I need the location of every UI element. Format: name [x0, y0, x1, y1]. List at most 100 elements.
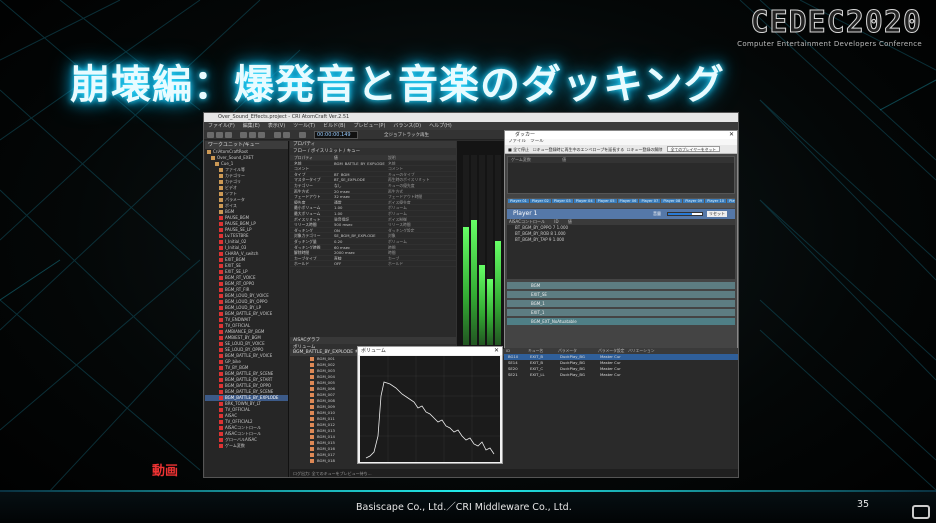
record-icon[interactable]	[283, 132, 290, 138]
player-tab[interactable]: Player 11	[727, 199, 735, 203]
release-register-check[interactable]: キュー登録の解除	[630, 147, 662, 152]
menu-item[interactable]: 表示(V)	[268, 123, 285, 129]
tree-item-label: SE_LOUD_BY_OPPO	[225, 347, 264, 352]
property-value: 発音保証	[334, 216, 350, 222]
volume-slider[interactable]	[667, 212, 703, 216]
tree-item-label: CriAtomCraftRoot	[213, 149, 248, 154]
player-header: Player 1 音量 リセット	[507, 209, 735, 219]
master-check[interactable]: 全ジョブトラック再生	[384, 132, 429, 138]
player-tab[interactable]: Player 01	[508, 199, 529, 203]
property-value: OFF	[334, 261, 342, 266]
menu-item[interactable]: ファイル(F)	[208, 123, 235, 129]
menu-item[interactable]: 編集(E)	[243, 123, 260, 129]
grid-row[interactable]: SE21 EXIT_LL DuckPlay_BG Master Cur	[504, 372, 738, 378]
player-tab[interactable]: Player 04	[573, 199, 595, 203]
property-rows: 名前 BGM_BATTLE_BY_EXPLODE 名前 コメント コメント タイプ BT_B…	[290, 161, 456, 267]
inspector-panel: プロパティ フロー / ボイスリミット / キュー プロパティ 値 説明 名前 B…	[290, 141, 456, 337]
tree-item-label: I_Initial_02	[225, 239, 247, 244]
tree-item-label: BGM_BATTLE_BY_SCENE	[225, 389, 274, 394]
level-meters	[456, 141, 504, 349]
ducker-menu-file[interactable]: ファイル	[508, 139, 526, 144]
stop-all-icon[interactable]: ■	[508, 147, 512, 152]
property-description: ボイス制御	[388, 216, 407, 222]
atomcraft-screenshot: Over_Sound_Effects.project - CRI AtomCra…	[203, 112, 739, 478]
open-icon[interactable]	[216, 132, 223, 138]
cue-icon	[219, 390, 223, 394]
menu-item[interactable]: ビルド(B)	[323, 123, 345, 129]
game-variable-list[interactable]: ゲーム変数 値	[507, 156, 735, 194]
loop-icon[interactable]	[274, 132, 281, 138]
property-value: 0.20	[334, 238, 343, 244]
cue-icon	[219, 426, 223, 430]
tree-item-label: BGM_BATTLE_BY_START	[225, 377, 273, 382]
cue-name: BGM_005	[317, 380, 335, 385]
footer: Basiscape Co., Ltd.／CRI Middleware Co., …	[0, 490, 936, 523]
cedec-logo: CEDEC2020 Computer Entertainment Develop…	[737, 5, 922, 48]
settings-icon[interactable]	[299, 132, 306, 138]
save-icon[interactable]	[225, 132, 232, 138]
player-tab[interactable]: Player 03	[551, 199, 573, 203]
ducking-track[interactable]: EXIT_SE	[507, 291, 735, 298]
ducking-target-grid: ID キュー名 パラメータ パラメータ設定 バリエーション BG10 EXIT_B Duck…	[504, 348, 738, 408]
tree-item-label: BGM_LOUD_BY_LP	[225, 305, 262, 310]
play-icon[interactable]	[249, 132, 256, 138]
extend-envelope-check[interactable]: キュー登録時に再生中のエンベロープを延長する	[536, 147, 624, 152]
menu-item[interactable]: ヘルプ(H)	[429, 123, 452, 129]
player-tab[interactable]: Player 07	[639, 199, 661, 203]
property-description: キューのタイプ	[388, 171, 415, 177]
new-icon[interactable]	[207, 132, 214, 138]
menu-item[interactable]: プレビュー(P)	[353, 123, 385, 129]
ducking-track[interactable]: BGM_1	[507, 300, 735, 307]
property-description: フェードアウト時間	[388, 194, 423, 199]
property-value: BGM_BATTLE_BY_EXPLODE	[334, 160, 385, 166]
property-value: 500 msec	[334, 222, 353, 227]
tree-item-label: I_Initial_03	[225, 245, 247, 250]
property-value: なし	[334, 182, 342, 188]
property-description: ダッキング設定	[388, 227, 415, 233]
volume-graph	[360, 356, 500, 462]
stop-icon[interactable]	[240, 132, 247, 138]
player-tab[interactable]: Player 09	[683, 199, 705, 203]
ducking-track[interactable]: EXIT_1	[507, 309, 735, 316]
player-tab[interactable]: Player 06	[617, 199, 639, 203]
tree-item[interactable]: ゲーム変数	[205, 443, 288, 449]
player-tabs: Player 01 Player 02 Player 03 Player 04 Play…	[507, 198, 735, 208]
tree-item-label: Over_Sound_EXET	[217, 155, 254, 160]
time-field[interactable]: 00:00:00.149	[314, 131, 358, 139]
player-tab[interactable]: Player 10	[705, 199, 727, 203]
property-value: 20 msec	[334, 188, 351, 194]
player-tab[interactable]: Player 08	[661, 199, 683, 203]
property-description: 対象	[388, 233, 396, 238]
ducker-menu-tool[interactable]: ツール	[530, 139, 544, 144]
ducker-toolbar: ■ 全て停止 ☐キュー登録時に再生中のエンベロープを延長する ☐キュー登録の解除…	[505, 145, 737, 154]
ducking-track[interactable]: BGM_EXT_NoAtuatable	[507, 318, 735, 325]
cue-icon	[219, 228, 223, 232]
stop-all-label[interactable]: 全て停止	[513, 147, 529, 152]
status-bar: ログ出力: 全てのキューをプレビュー待ち…	[290, 469, 738, 477]
menu-item[interactable]: バランス(D)	[393, 123, 421, 129]
tree-item-label: ボイス	[225, 203, 237, 208]
close-icon[interactable]: ✕	[494, 347, 499, 355]
cue-name: BGM_003	[317, 368, 335, 373]
property-description: ボイス優先度	[388, 199, 411, 205]
tree-item-label: GP_bike	[225, 359, 241, 364]
aisac-control-row[interactable]: BT_BGM_BY_TAP 9 1.000	[507, 237, 735, 243]
waveform-icon	[310, 369, 314, 373]
cue-icon	[219, 210, 223, 214]
menu-item[interactable]: ツール(T)	[293, 123, 315, 129]
player-tab[interactable]: Player 05	[595, 199, 617, 203]
player-tab[interactable]: Player 02	[529, 199, 551, 203]
tree-item-label: TV_OFFICIAL	[225, 323, 251, 328]
close-icon[interactable]: ✕	[729, 131, 734, 139]
tree-item-label: グローバルAISAC	[225, 437, 257, 442]
tree-item-label: PAUSE_BGM_LP	[225, 221, 256, 226]
inspector-tabs[interactable]: フロー / ボイスリミット / キュー	[290, 148, 456, 155]
reset-button[interactable]: リセット	[707, 211, 727, 217]
cue-icon	[219, 342, 223, 346]
set-all-players-button[interactable]: 全てのプレイヤーをセット	[666, 146, 721, 152]
cue-icon	[219, 420, 223, 424]
property-row[interactable]: ホールド OFF ホールド	[290, 261, 456, 267]
cue-icon	[219, 222, 223, 226]
ducking-track[interactable]: BGM	[507, 282, 735, 289]
pause-icon[interactable]	[258, 132, 265, 138]
